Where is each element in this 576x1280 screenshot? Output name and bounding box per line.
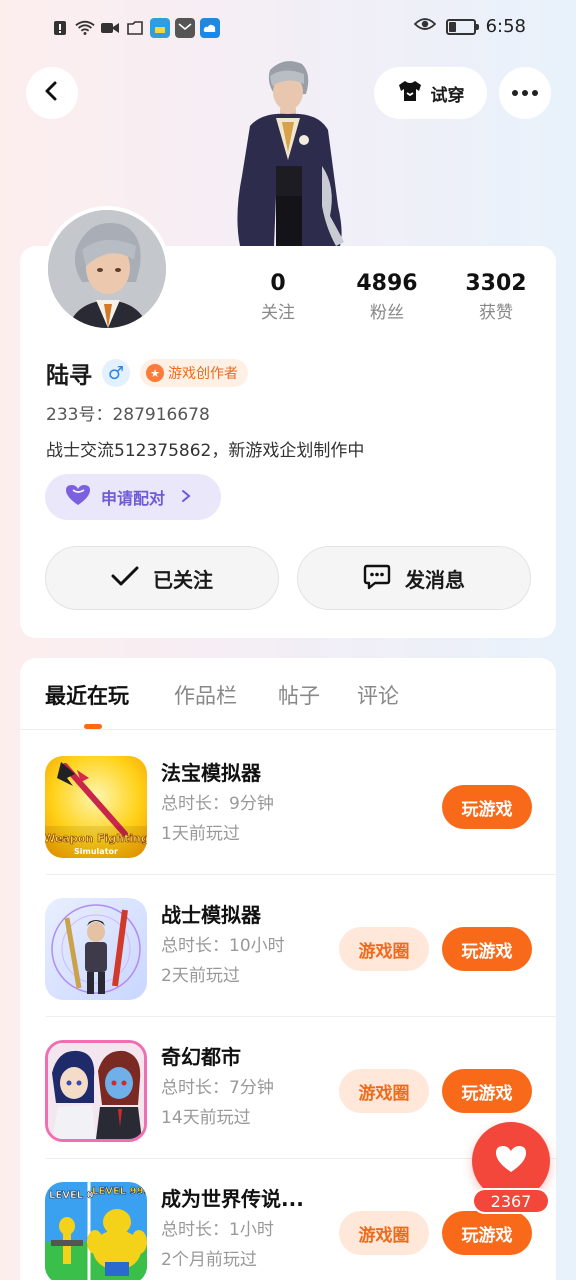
chevron-left-icon [42, 80, 62, 106]
user-name: 陆寻 [46, 363, 92, 389]
status-time: 6:58 [485, 16, 526, 37]
folder-icon [125, 18, 145, 38]
more-button[interactable] [499, 67, 551, 119]
game-title: 法宝模拟器 [161, 761, 261, 785]
game-title: 成为世界传说... [161, 1187, 304, 1211]
request-pair-button[interactable]: 申请配对 [45, 474, 221, 520]
name-row: 陆寻 ♂ ★ 游戏创作者 [46, 356, 248, 390]
list-item[interactable]: 战士模拟器 总时长：10小时 2天前玩过 游戏圈 玩游戏 [20, 875, 556, 1017]
game-icon-text: Weapon Fighting [45, 832, 147, 845]
creator-badge-label: 游戏创作者 [168, 366, 238, 382]
tab-recently-played[interactable]: 最近在玩 [45, 680, 129, 710]
heart-icon [65, 484, 91, 510]
try-on-button[interactable]: 试穿 [374, 67, 487, 119]
game-circle-button[interactable]: 游戏圈 [339, 1069, 429, 1113]
stat-value: 3302 [465, 271, 527, 296]
user-id: 233号：287916678 [46, 405, 210, 425]
tab-works[interactable]: 作品栏 [174, 680, 237, 710]
game-icon-subtext: Simulator [74, 847, 118, 856]
game-duration: 总时长：7分钟 [161, 1078, 274, 1098]
stat-value: 4896 [356, 271, 418, 296]
eye-icon [413, 16, 436, 37]
game-last-played: 2天前玩过 [161, 966, 240, 986]
game-last-played: 1天前玩过 [161, 824, 240, 844]
star-badge-icon: ★ [146, 364, 164, 382]
list-item[interactable]: Weapon Fighting Simulator 法宝模拟器 总时长：9分钟 … [20, 733, 556, 875]
tab-comments[interactable]: 评论 [357, 680, 399, 710]
alert-icon [50, 18, 70, 38]
game-icon-text: LEVEL 0 [49, 1190, 94, 1201]
male-icon: ♂ [102, 359, 130, 387]
avatar[interactable] [44, 206, 170, 332]
send-message-button[interactable]: 发消息 [297, 546, 531, 610]
status-icons-right: 6:58 [413, 16, 526, 37]
creator-badge[interactable]: ★ 游戏创作者 [140, 359, 248, 387]
app-icon [150, 18, 170, 38]
back-button[interactable] [26, 67, 78, 119]
game-last-played: 14天前玩过 [161, 1108, 251, 1128]
stat-label: 获赞 [479, 303, 513, 323]
cloud-icon [200, 18, 220, 38]
status-bar: 6:58 [0, 0, 576, 58]
try-on-label: 试穿 [430, 85, 465, 106]
stat-label: 关注 [261, 303, 295, 323]
send-message-label: 发消息 [405, 567, 465, 592]
play-game-button[interactable]: 玩游戏 [442, 1211, 532, 1255]
game-icon-subtext: LEVEL 999 [92, 1186, 147, 1197]
chat-icon [363, 562, 391, 595]
battery-icon [445, 18, 479, 35]
play-game-button[interactable]: 玩游戏 [442, 785, 532, 829]
stat-likes[interactable]: 3302 获赞 [446, 268, 546, 326]
game-last-played: 2个月前玩过 [161, 1250, 257, 1270]
game-icon: LEVEL 0 LEVEL 999 [45, 1182, 147, 1280]
shirt-icon [397, 79, 423, 108]
stat-fans[interactable]: 4896 粉丝 [337, 268, 437, 326]
game-title: 奇幻都市 [161, 1045, 241, 1069]
like-count: 2367 [472, 1188, 550, 1214]
stat-value: 0 [270, 271, 286, 296]
more-dot [522, 90, 528, 96]
stat-label: 粉丝 [370, 303, 404, 323]
wifi-icon [75, 18, 95, 38]
game-duration: 总时长：1小时 [161, 1220, 274, 1240]
game-circle-button[interactable]: 游戏圈 [339, 927, 429, 971]
followed-label: 已关注 [153, 567, 213, 592]
game-circle-button[interactable]: 游戏圈 [339, 1211, 429, 1255]
tab-posts[interactable]: 帖子 [278, 680, 320, 710]
chevron-right-icon [181, 488, 191, 507]
video-icon [100, 18, 120, 38]
game-duration: 总时长：10小时 [161, 936, 285, 956]
more-dot [532, 90, 538, 96]
game-title: 战士模拟器 [161, 903, 261, 927]
user-bio: 战士交流512375862，新游戏企划制作中 [46, 441, 365, 461]
game-icon [45, 1040, 147, 1142]
avatar-3d-figure [232, 56, 352, 248]
more-dot [512, 90, 518, 96]
list-item[interactable]: 奇幻都市 总时长：7分钟 14天前玩过 游戏圈 玩游戏 [20, 1017, 556, 1159]
mail-icon [175, 18, 195, 38]
game-duration: 总时长：9分钟 [161, 794, 274, 814]
heart-icon [494, 1144, 528, 1178]
divider [20, 729, 556, 730]
game-icon: Weapon Fighting Simulator [45, 756, 147, 858]
play-game-button[interactable]: 玩游戏 [442, 927, 532, 971]
stat-following[interactable]: 0 关注 [228, 268, 328, 326]
request-pair-label: 申请配对 [101, 489, 166, 508]
followed-button[interactable]: 已关注 [45, 546, 279, 610]
game-icon [45, 898, 147, 1000]
avatar-image [48, 210, 166, 328]
check-icon [111, 565, 139, 592]
play-game-button[interactable]: 玩游戏 [442, 1069, 532, 1113]
status-icons-left [50, 18, 220, 38]
